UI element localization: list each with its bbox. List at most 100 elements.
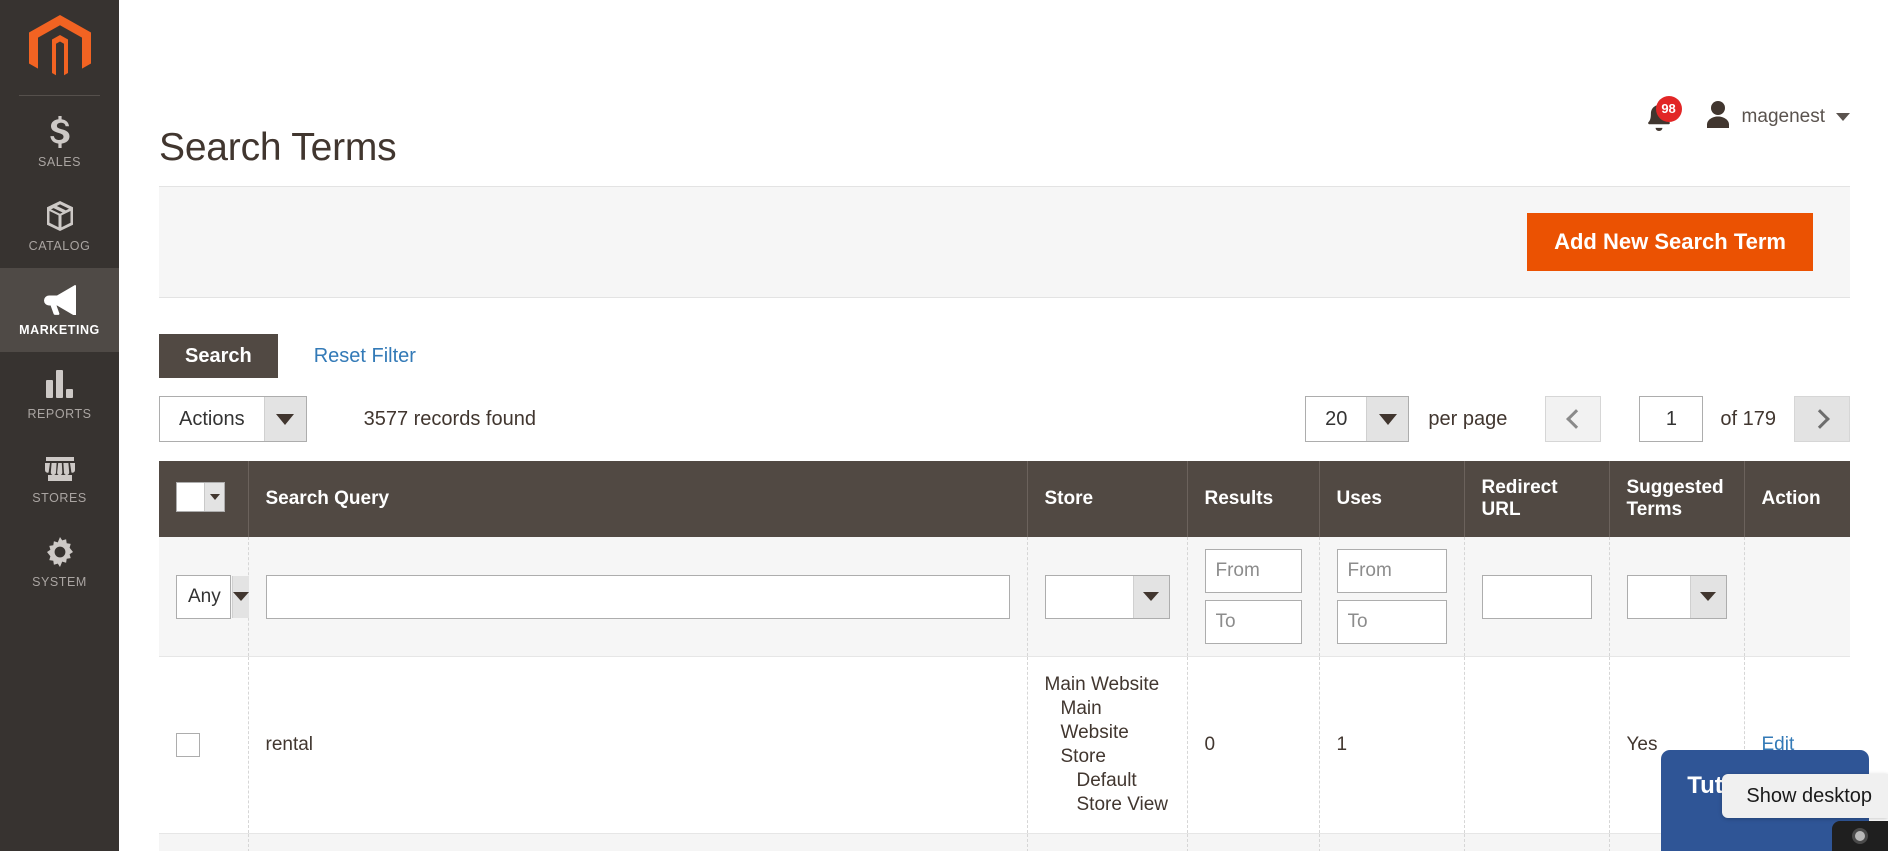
chevron-down-icon [1366,397,1409,441]
search-terms-grid: Search Query Store Results Uses Redirect… [159,461,1850,851]
user-avatar-icon [1705,100,1731,133]
store-website: Main Website [1044,674,1160,695]
filter-results-from-input[interactable] [1204,549,1302,593]
column-header-search-query[interactable]: Search Query [248,461,1028,537]
next-page-button[interactable] [1794,396,1850,442]
filter-select-mode-value: Any [188,585,221,607]
filter-cell-suggested-terms [1609,537,1745,657]
cell-results [1187,833,1320,851]
page-number-input[interactable] [1639,396,1704,442]
filter-suggested-terms-select[interactable] [1626,574,1727,619]
filter-store-select[interactable] [1044,574,1170,619]
chevron-right-icon [1809,409,1830,429]
filter-search-query-input[interactable] [265,574,1010,619]
sidebar-item-label: REPORTS [27,406,92,421]
admin-page: SALES CATALOG MARKETING REPORTS STORES S… [0,0,1888,851]
filter-cell-store [1027,537,1188,657]
sidebar-item-label: CATALOG [28,238,91,253]
filter-redirect-url-input[interactable] [1481,574,1592,619]
chevron-down-icon [1689,575,1726,618]
per-page-label: per page [1428,407,1508,430]
select-all-header[interactable] [159,461,249,537]
column-header-suggested-terms[interactable]: Suggested Terms [1609,461,1745,537]
chevron-down-icon [231,575,249,618]
show-desktop-tooltip[interactable]: Show desktop [1722,774,1888,818]
megaphone-icon [43,284,77,316]
filter-uses-from-input[interactable] [1336,549,1447,593]
filter-cell-uses [1319,537,1465,657]
sidebar-item-reports[interactable]: REPORTS [0,352,119,436]
grid-pager: 20 per page of 179 [1305,396,1850,442]
app-icon[interactable] [1832,821,1888,851]
cell-store: Main Website Main Website Store Default … [1027,656,1188,834]
filter-actions: Search Reset Filter [159,334,416,378]
bar-chart-icon [43,368,77,400]
gear-icon [43,536,77,568]
column-header-action: Action [1744,461,1850,537]
column-header-store[interactable]: Store [1027,461,1188,537]
filter-cell-select-mode: Any [159,537,249,657]
filter-cell-results [1187,537,1320,657]
dollar-icon [43,115,77,148]
sidebar-item-sales[interactable]: SALES [0,100,119,184]
storefront-icon [43,452,77,484]
sidebar-item-catalog[interactable]: CATALOG [0,184,119,268]
column-header-uses[interactable]: Uses [1319,461,1465,537]
row-checkbox-cell [159,833,249,851]
cell-search-query [248,833,1028,851]
cell-redirect-url [1464,833,1610,851]
notification-count-badge: 98 [1655,95,1682,122]
filter-cell-action [1744,537,1850,657]
filter-cell-search-query [248,537,1028,657]
filter-suggested-terms-value [1628,576,1690,618]
chevron-left-icon [1565,409,1586,429]
box-icon [43,200,77,232]
filter-cell-redirect-url [1464,537,1610,657]
page-actions-panel: Add New Search Term [159,186,1850,298]
reset-filter-link[interactable]: Reset Filter [296,345,416,368]
grid-toolbar: Actions 3577 records found 20 per page o… [159,392,1850,446]
sidebar-item-stores[interactable]: STORES [0,436,119,520]
add-new-search-term-button[interactable]: Add New Search Term [1527,213,1813,271]
admin-sidebar: SALES CATALOG MARKETING REPORTS STORES S… [0,0,119,851]
sidebar-item-label: MARKETING [19,322,100,337]
row-checkbox-cell [159,656,249,834]
sidebar-item-system[interactable]: SYSTEM [0,520,119,604]
sidebar-item-label: STORES [32,490,87,505]
cell-search-query: rental [248,656,1028,834]
sidebar-item-label: SALES [37,154,82,169]
show-desktop-label: Show desktop [1746,785,1872,807]
magento-logo[interactable] [0,0,119,100]
notifications-button[interactable]: 98 [1645,95,1682,133]
mass-actions-select[interactable]: Actions [159,396,307,442]
sidebar-item-marketing[interactable]: MARKETING [0,268,119,352]
chevron-down-icon [263,397,306,441]
cell-uses: 1 [1319,656,1465,834]
chevron-down-icon [1132,575,1169,618]
cell-results: 0 [1187,656,1320,834]
cell-redirect-url [1464,656,1610,834]
per-page-select[interactable]: 20 [1305,396,1410,442]
row-checkbox[interactable] [176,732,200,757]
filter-store-value [1046,576,1133,618]
page-total-label: of 179 [1720,407,1776,430]
page-title: Search Terms [159,126,397,170]
filter-select-mode[interactable]: Any [176,574,249,619]
search-button[interactable]: Search [159,334,278,378]
records-found-text: 3577 records found [363,407,536,430]
mass-actions-value: Actions [179,407,245,430]
user-menu[interactable]: magenest [1705,100,1850,133]
previous-page-button[interactable] [1545,396,1602,442]
filter-results-to-input[interactable] [1204,600,1302,644]
filter-uses-to-input[interactable] [1336,600,1447,644]
checkbox-dropdown-icon[interactable] [176,481,225,512]
grid-header-row: Search Query Store Results Uses Redirect… [159,461,1850,537]
app-icon-glyph [1852,828,1868,844]
table-row[interactable]: rental Main Website Main Website Store D… [159,656,1850,834]
column-header-redirect-url[interactable]: Redirect URL [1464,461,1610,537]
header-actions: 98 magenest [1645,95,1850,133]
table-row[interactable]: Main Website Main Website [159,833,1850,851]
column-header-results[interactable]: Results [1187,461,1320,537]
cell-uses [1319,833,1465,851]
store-view: Default Store View [1076,769,1169,815]
